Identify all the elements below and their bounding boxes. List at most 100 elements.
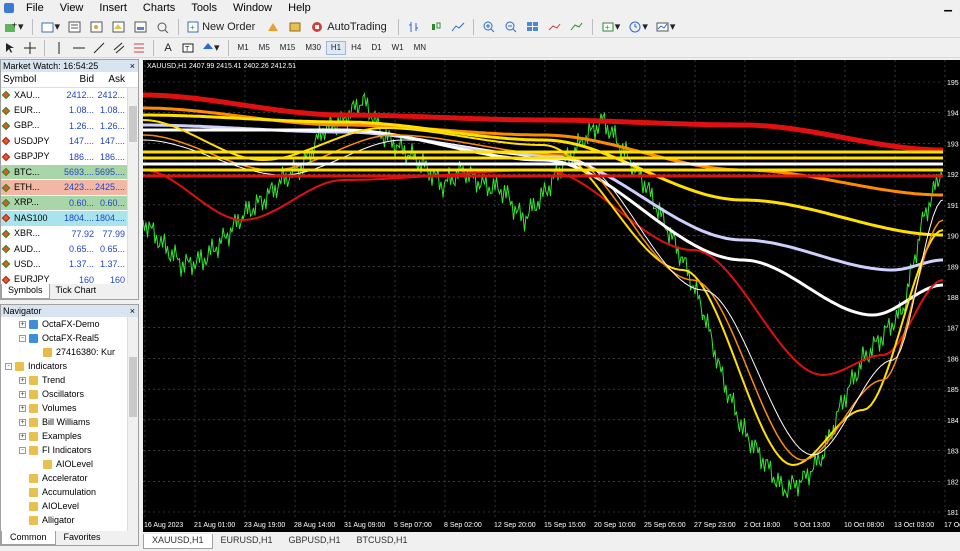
vertical-line-icon[interactable] xyxy=(50,39,68,57)
menu-charts[interactable]: Charts xyxy=(135,0,183,16)
collapse-icon[interactable]: - xyxy=(19,334,26,342)
column-header-symbol[interactable]: Symbol xyxy=(1,72,58,87)
expand-icon[interactable]: + xyxy=(19,432,26,440)
tree-item[interactable]: AIOLevel xyxy=(1,499,138,513)
timeframe-m30[interactable]: M30 xyxy=(300,41,326,55)
table-row[interactable]: NAS100 1804.... 1804.... xyxy=(1,211,138,227)
fibonacci-icon[interactable] xyxy=(130,39,148,57)
menu-insert[interactable]: Insert xyxy=(91,0,135,16)
navigator-scrollbar[interactable] xyxy=(127,317,138,531)
metaeditor-button[interactable] xyxy=(263,18,283,36)
auto-scroll-icon[interactable] xyxy=(567,18,587,36)
tree-item[interactable]: + Examples xyxy=(1,429,138,443)
data-window-button[interactable] xyxy=(87,18,107,36)
scrollbar-thumb[interactable] xyxy=(129,106,137,142)
expand-icon[interactable]: + xyxy=(19,418,26,426)
tree-item[interactable]: - OctaFX-Real5 xyxy=(1,331,138,345)
close-icon[interactable]: × xyxy=(130,60,138,72)
menu-view[interactable]: View xyxy=(52,0,92,16)
zoom-out-icon[interactable] xyxy=(501,18,521,36)
column-header-bid[interactable]: Bid xyxy=(58,72,94,87)
line-chart-icon[interactable] xyxy=(448,18,468,36)
candlestick-icon[interactable] xyxy=(426,18,446,36)
menu-tools[interactable]: Tools xyxy=(183,0,225,16)
minimize-icon[interactable]: ▁ xyxy=(944,1,952,12)
table-row[interactable]: XAU... 2412... 2412... xyxy=(1,88,138,104)
timeframe-m5[interactable]: M5 xyxy=(254,41,275,55)
timeframe-m15[interactable]: M15 xyxy=(275,41,301,55)
navigator-button[interactable] xyxy=(109,18,129,36)
timeframe-m1[interactable]: M1 xyxy=(233,41,254,55)
timeframe-w1[interactable]: W1 xyxy=(387,41,409,55)
templates-button[interactable]: ▾ xyxy=(653,18,679,36)
column-header-ask[interactable]: Ask xyxy=(94,72,127,87)
table-row[interactable]: XRP... 0.60... 0.60... xyxy=(1,195,138,212)
crosshair-icon[interactable] xyxy=(21,39,39,57)
tree-item[interactable]: Accelerator xyxy=(1,471,138,485)
scrollbar-thumb[interactable] xyxy=(129,357,137,417)
table-row[interactable]: ETH... 2423.... 2425.... xyxy=(1,180,138,196)
trendline-icon[interactable] xyxy=(90,39,108,57)
menu-window[interactable]: Window xyxy=(225,0,280,16)
tree-item[interactable]: + Bill Williams xyxy=(1,415,138,429)
timeframe-d1[interactable]: D1 xyxy=(366,41,386,55)
chart-tab-eurusd[interactable]: EURUSD,H1 xyxy=(213,534,281,549)
timeframe-h1[interactable]: H1 xyxy=(325,40,347,55)
arrows-icon[interactable]: ▾ xyxy=(199,39,223,57)
table-row[interactable]: XBR... 77.92 77.99 xyxy=(1,226,138,242)
periods-button[interactable]: ▾ xyxy=(625,18,651,36)
collapse-icon[interactable]: - xyxy=(5,362,12,370)
text-label-icon[interactable]: T xyxy=(179,39,197,57)
tree-item[interactable]: + Volumes xyxy=(1,401,138,415)
tester-button[interactable] xyxy=(153,18,173,36)
tree-item[interactable]: 27416380: Kur xyxy=(1,345,138,359)
tree-item[interactable]: + Oscillators xyxy=(1,387,138,401)
market-watch-button[interactable] xyxy=(65,18,85,36)
text-tool-icon[interactable]: A xyxy=(159,39,177,57)
tree-item[interactable]: - Indicators xyxy=(1,359,138,373)
new-order-button[interactable]: + New Order xyxy=(184,18,261,36)
zoom-in-icon[interactable] xyxy=(479,18,499,36)
table-row[interactable]: USDJPY 147.... 147.... xyxy=(1,134,138,150)
table-row[interactable]: USD... 1.37... 1.37... xyxy=(1,257,138,273)
table-row[interactable]: GBPJPY 186.... 186.... xyxy=(1,149,138,165)
tab-symbols[interactable]: Symbols xyxy=(1,284,50,299)
tree-item[interactable]: AIOLevel xyxy=(1,457,138,471)
tree-item[interactable]: + OctaFX-Demo xyxy=(1,317,138,331)
bar-chart-icon[interactable] xyxy=(404,18,424,36)
charts-button[interactable] xyxy=(285,18,305,36)
expand-icon[interactable]: + xyxy=(19,390,26,398)
chart-shift-icon[interactable] xyxy=(545,18,565,36)
chart-window[interactable]: 195 194 193 192 191 190 189 188 187 186 185 184 183 1… xyxy=(143,60,960,532)
collapse-icon[interactable]: - xyxy=(19,446,26,454)
chart-tab-gbpusd[interactable]: GBPUSD,H1 xyxy=(281,534,349,549)
tree-item[interactable]: + Trend xyxy=(1,373,138,387)
menu-file[interactable]: File xyxy=(18,0,52,16)
table-row[interactable]: AUD... 0.65... 0.65... xyxy=(1,241,138,258)
tree-item[interactable]: Accumulation xyxy=(1,485,138,499)
chart-tab-btcusd[interactable]: BTCUSD,H1 xyxy=(349,534,416,549)
table-row[interactable]: GBP... 1.26... 1.26... xyxy=(1,118,138,135)
table-row[interactable]: BTC... 5693.... 5695.... xyxy=(1,164,138,181)
tree-item[interactable]: - FI Indicators xyxy=(1,443,138,457)
table-row[interactable]: EUR... 1.08... 1.08... xyxy=(1,103,138,119)
timeframe-h4[interactable]: H4 xyxy=(346,41,366,55)
expand-icon[interactable]: + xyxy=(19,404,26,412)
horizontal-line-icon[interactable] xyxy=(70,39,88,57)
cursor-icon[interactable] xyxy=(1,39,19,57)
menu-help[interactable]: Help xyxy=(280,0,319,16)
profiles-button[interactable]: ▾ xyxy=(38,18,64,36)
expand-icon[interactable]: + xyxy=(19,320,26,328)
tree-item[interactable]: Alligator xyxy=(1,513,138,527)
new-chart-button[interactable]: + ▾ xyxy=(1,18,27,36)
channel-icon[interactable] xyxy=(110,39,128,57)
market-watch-scrollbar[interactable] xyxy=(127,88,138,284)
autotrading-button[interactable]: AutoTrading xyxy=(307,18,393,36)
tab-favorites[interactable]: Favorites xyxy=(56,531,109,545)
close-icon[interactable]: × xyxy=(130,305,138,317)
chart-tab-xauusd[interactable]: XAUUSD,H1 xyxy=(143,534,213,549)
expand-icon[interactable]: + xyxy=(19,376,26,384)
tile-windows-icon[interactable] xyxy=(523,18,543,36)
indicators-button[interactable]: + ▾ xyxy=(598,18,624,36)
timeframe-mn[interactable]: MN xyxy=(409,41,431,55)
